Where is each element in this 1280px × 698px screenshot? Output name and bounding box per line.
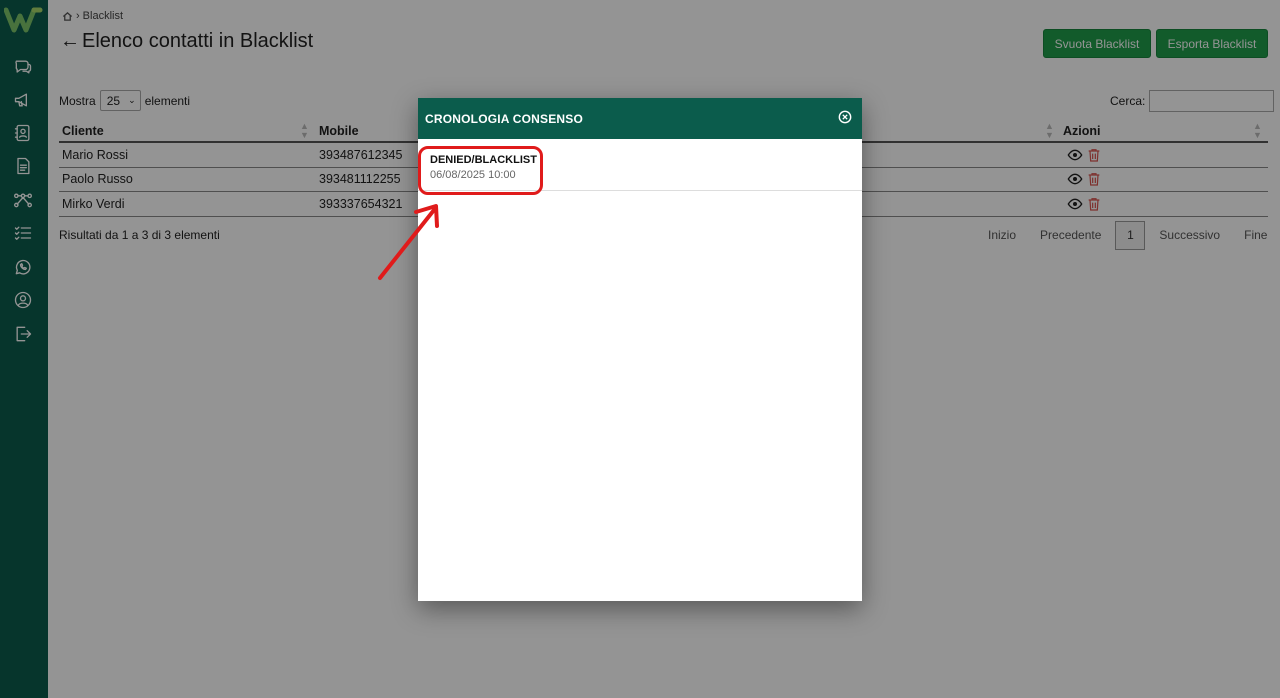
modal-title: CRONOLOGIA CONSENSO <box>425 111 584 126</box>
annotation-arrow-icon <box>378 204 439 280</box>
annotation-highlight <box>418 146 543 195</box>
close-icon[interactable] <box>838 110 852 127</box>
modal-header: CRONOLOGIA CONSENSO <box>418 98 862 139</box>
